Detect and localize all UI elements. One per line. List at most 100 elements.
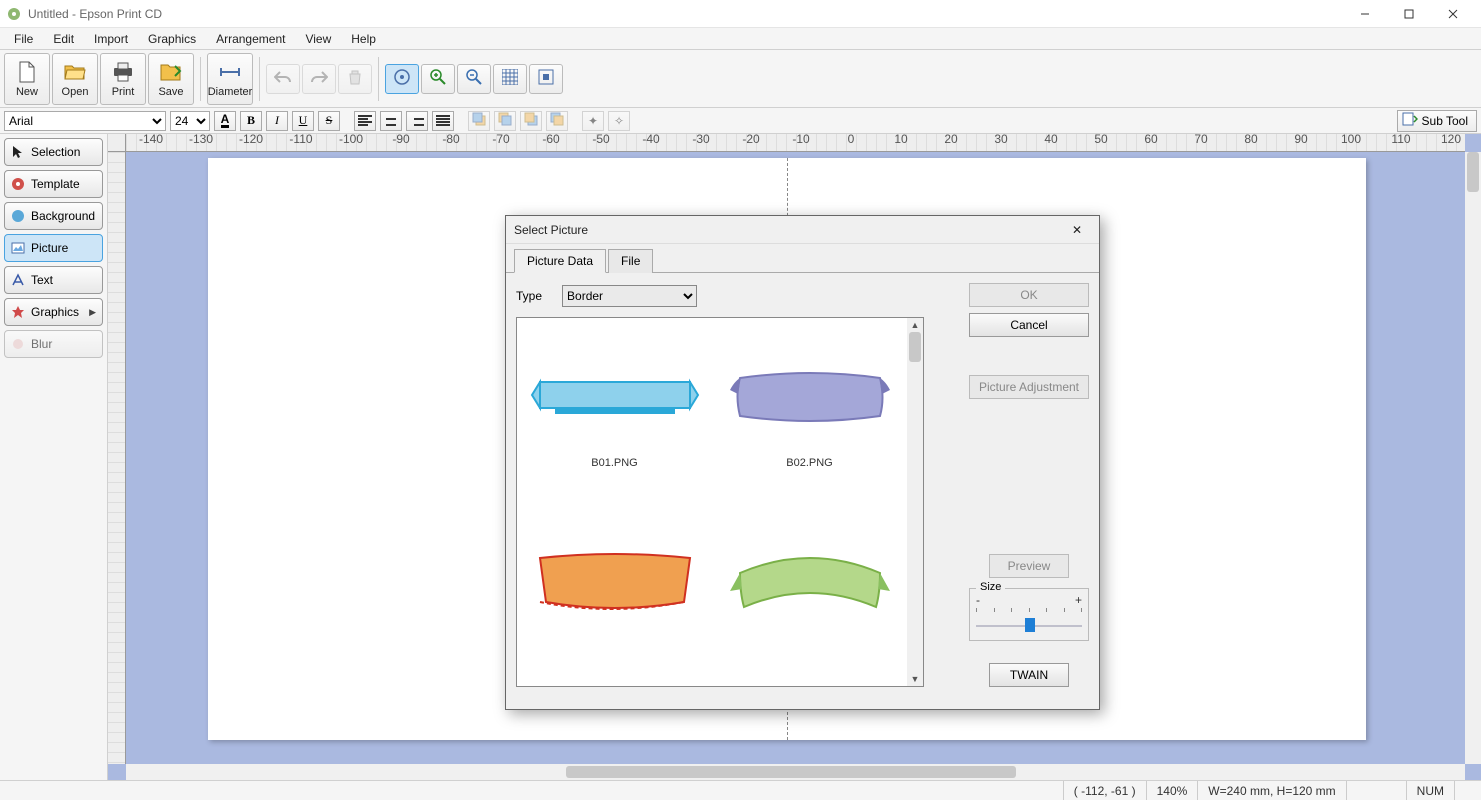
snap-button[interactable] bbox=[529, 64, 563, 94]
menu-arrangement[interactable]: Arrangement bbox=[208, 30, 293, 48]
undo-button[interactable] bbox=[266, 64, 300, 94]
delete-icon bbox=[347, 69, 363, 88]
dialog-left-column: Type Border B01.PNG B02.PNG bbox=[516, 283, 957, 687]
thumbnail-image bbox=[530, 367, 700, 427]
thumbnail-image bbox=[530, 553, 700, 613]
send-back-button[interactable] bbox=[546, 111, 568, 131]
scroll-thumb[interactable] bbox=[909, 332, 921, 362]
zoom-out-icon bbox=[465, 68, 483, 89]
diameter-button[interactable]: Diameter bbox=[207, 53, 253, 105]
align-center-button[interactable] bbox=[380, 111, 402, 131]
picture-adjustment-button[interactable]: Picture Adjustment bbox=[969, 375, 1089, 399]
thumbnail-item[interactable] bbox=[517, 518, 712, 678]
type-select[interactable]: Border bbox=[562, 285, 697, 307]
tool-selection[interactable]: Selection bbox=[4, 138, 103, 166]
font-select[interactable]: Arial bbox=[4, 111, 166, 131]
twain-button[interactable]: TWAIN bbox=[989, 663, 1069, 687]
send-backward-button[interactable] bbox=[520, 111, 542, 131]
menu-view[interactable]: View bbox=[297, 30, 339, 48]
subtool-button[interactable]: Sub Tool bbox=[1397, 110, 1477, 132]
close-button[interactable] bbox=[1431, 0, 1475, 28]
tool-blur[interactable]: Blur bbox=[4, 330, 103, 358]
cursor-icon bbox=[11, 145, 25, 159]
new-button[interactable]: New bbox=[4, 53, 50, 105]
ruler-corner bbox=[108, 134, 126, 152]
tool-background[interactable]: Background bbox=[4, 202, 103, 230]
thumbnail-scrollbar[interactable]: ▲ ▼ bbox=[907, 318, 923, 686]
align-right-button[interactable] bbox=[406, 111, 428, 131]
zoom-fit-button[interactable] bbox=[385, 64, 419, 94]
save-button[interactable]: Save bbox=[148, 53, 194, 105]
maximize-button[interactable] bbox=[1387, 0, 1431, 28]
menu-help[interactable]: Help bbox=[343, 30, 384, 48]
menu-bar: File Edit Import Graphics Arrangement Vi… bbox=[0, 28, 1481, 50]
dialog-close-button[interactable]: ✕ bbox=[1063, 216, 1091, 244]
size-group: Size -+ bbox=[969, 588, 1089, 641]
size-slider[interactable] bbox=[976, 614, 1082, 632]
italic-button[interactable]: I bbox=[266, 111, 288, 131]
align-left-button[interactable] bbox=[354, 111, 376, 131]
font-color-button[interactable]: A bbox=[214, 111, 236, 131]
menu-graphics[interactable]: Graphics bbox=[140, 30, 204, 48]
side-tool-panel: Selection Template Background Picture Te… bbox=[0, 134, 108, 780]
menu-file[interactable]: File bbox=[6, 30, 41, 48]
format-toolbar: Arial 24 A B I U S ✦ ✧ Sub Tool bbox=[0, 108, 1481, 134]
bring-front-button[interactable] bbox=[468, 111, 490, 131]
menu-edit[interactable]: Edit bbox=[45, 30, 82, 48]
align-center-icon bbox=[384, 115, 398, 126]
bold-button[interactable]: B bbox=[240, 111, 262, 131]
app-icon bbox=[6, 6, 22, 22]
dialog-titlebar[interactable]: Select Picture ✕ bbox=[506, 216, 1099, 244]
slider-thumb[interactable] bbox=[1025, 618, 1035, 632]
select-picture-dialog: Select Picture ✕ Picture Data File Type … bbox=[505, 215, 1100, 710]
tool-graphics[interactable]: Graphics▶ bbox=[4, 298, 103, 326]
center-v-button[interactable]: ✧ bbox=[608, 111, 630, 131]
font-size-select[interactable]: 24 bbox=[170, 111, 210, 131]
background-icon bbox=[11, 209, 25, 223]
thumbnail-item[interactable] bbox=[712, 518, 907, 678]
vertical-ruler bbox=[108, 152, 126, 764]
align-right-icon bbox=[410, 115, 424, 126]
printer-icon bbox=[111, 60, 135, 84]
bring-front-icon bbox=[472, 112, 486, 129]
status-dimensions: W=240 mm, H=120 mm bbox=[1197, 781, 1345, 800]
grid-icon bbox=[502, 69, 518, 88]
thumbnail-item[interactable]: B01.PNG bbox=[517, 318, 712, 518]
underline-button[interactable]: U bbox=[292, 111, 314, 131]
ok-button[interactable]: OK bbox=[969, 283, 1089, 307]
bring-forward-button[interactable] bbox=[494, 111, 516, 131]
redo-button[interactable] bbox=[302, 64, 336, 94]
open-button[interactable]: Open bbox=[52, 53, 98, 105]
zoom-out-button[interactable] bbox=[457, 64, 491, 94]
minimize-button[interactable] bbox=[1343, 0, 1387, 28]
thumbnail-item[interactable]: B02.PNG bbox=[712, 318, 907, 518]
cancel-button[interactable]: Cancel bbox=[969, 313, 1089, 337]
tab-picture-data[interactable]: Picture Data bbox=[514, 249, 606, 273]
vertical-scrollbar[interactable] bbox=[1465, 152, 1481, 764]
thumbnail-image bbox=[725, 367, 895, 427]
horizontal-scrollbar[interactable] bbox=[126, 764, 1465, 780]
graphics-icon bbox=[11, 305, 25, 319]
align-justify-button[interactable] bbox=[432, 111, 454, 131]
tab-file[interactable]: File bbox=[608, 249, 653, 273]
toolbar-separator bbox=[200, 57, 201, 101]
tool-picture[interactable]: Picture bbox=[4, 234, 103, 262]
font-color-icon: A bbox=[221, 113, 230, 128]
menu-import[interactable]: Import bbox=[86, 30, 136, 48]
center-h-button[interactable]: ✦ bbox=[582, 111, 604, 131]
align-left-icon bbox=[358, 115, 372, 126]
delete-button[interactable] bbox=[338, 64, 372, 94]
grid-button[interactable] bbox=[493, 64, 527, 94]
tool-template[interactable]: Template bbox=[4, 170, 103, 198]
status-zoom: 140% bbox=[1146, 781, 1198, 800]
print-button[interactable]: Print bbox=[100, 53, 146, 105]
blur-icon bbox=[11, 337, 25, 351]
strike-button[interactable]: S bbox=[318, 111, 340, 131]
diameter-icon bbox=[218, 60, 242, 84]
window-title: Untitled - Epson Print CD bbox=[28, 7, 1343, 21]
save-icon bbox=[159, 60, 183, 84]
align-justify-icon bbox=[436, 115, 450, 126]
preview-button[interactable]: Preview bbox=[989, 554, 1069, 578]
tool-text[interactable]: Text bbox=[4, 266, 103, 294]
zoom-in-button[interactable] bbox=[421, 64, 455, 94]
